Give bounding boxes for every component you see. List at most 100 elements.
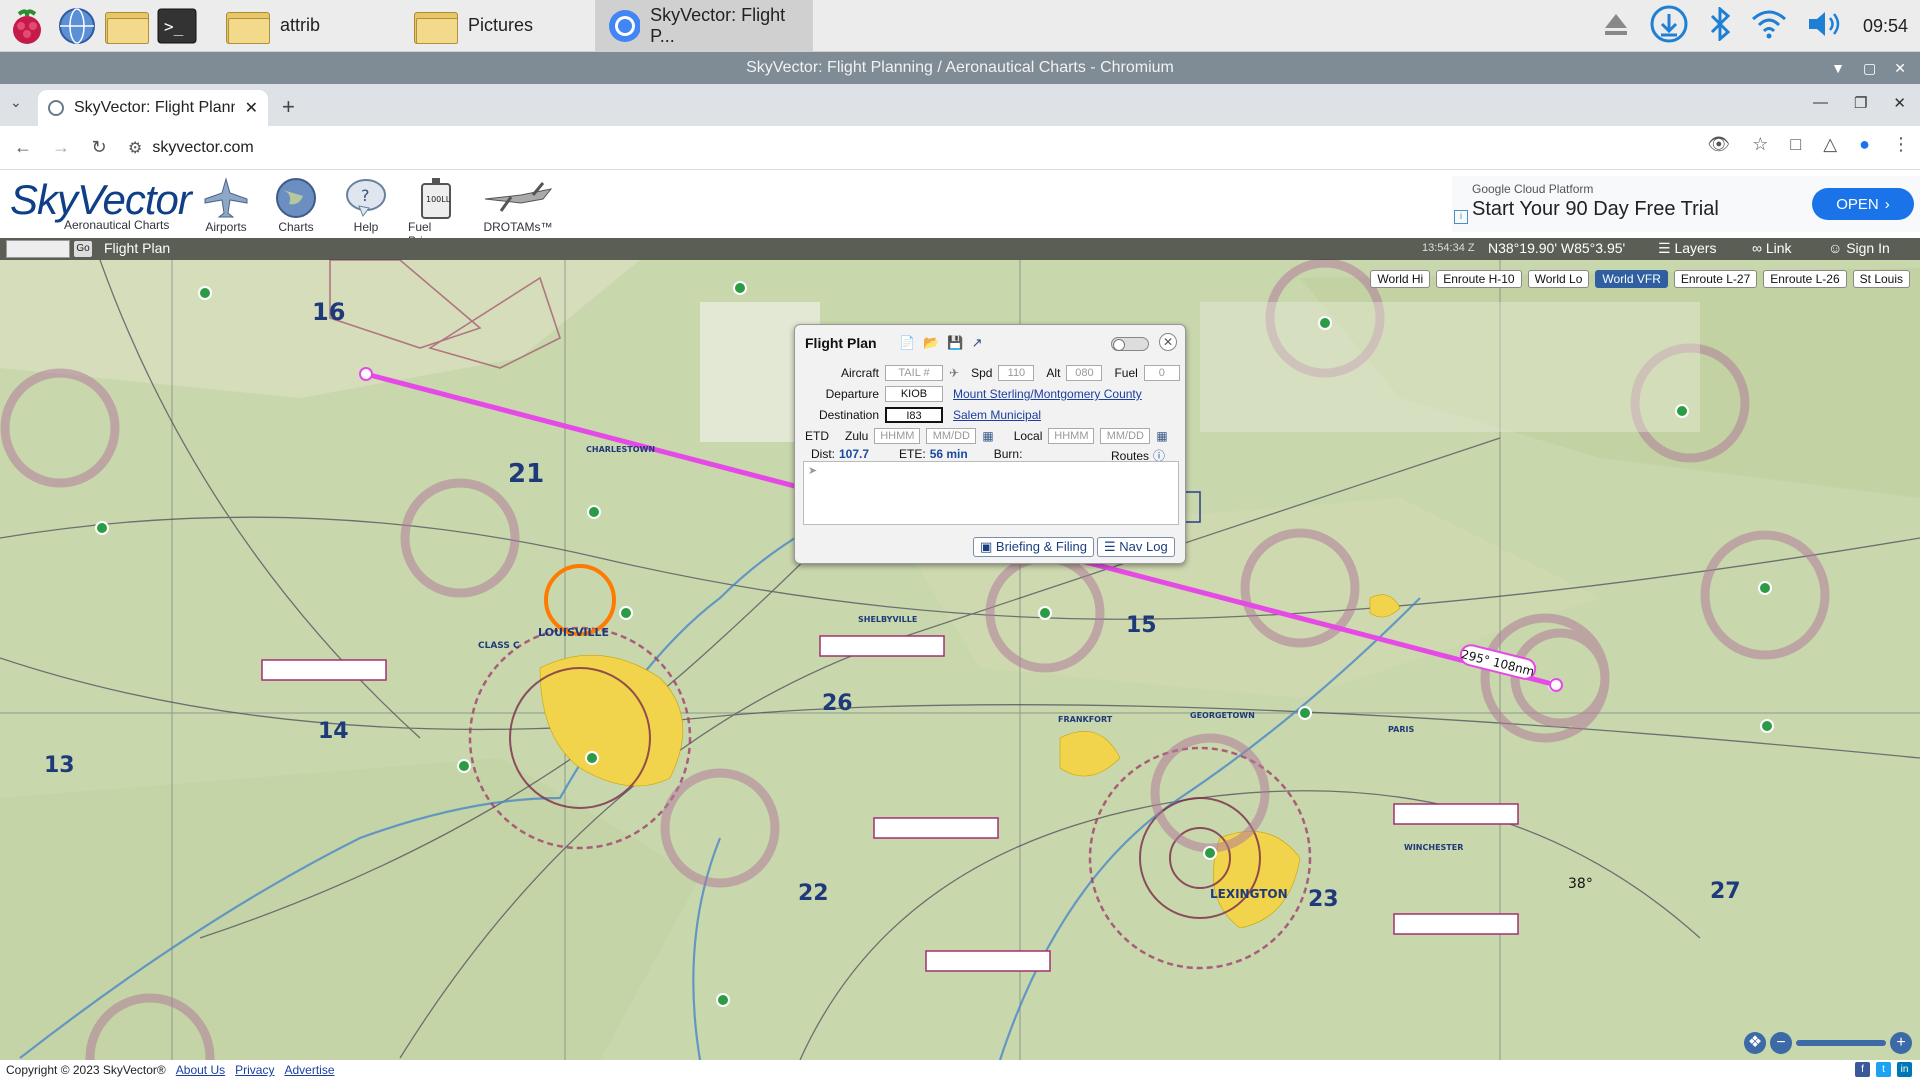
airport-marker[interactable] <box>95 521 109 535</box>
zulu-date-field[interactable]: MM/DD <box>926 428 977 444</box>
globe-browser-icon[interactable] <box>54 3 100 49</box>
destination-field[interactable]: I83 <box>885 407 943 423</box>
tail-number-field[interactable]: TAIL # <box>885 365 943 381</box>
zoom-in-icon[interactable]: + <box>1890 1032 1912 1054</box>
zoom-slider[interactable] <box>1796 1040 1886 1046</box>
airport-marker[interactable] <box>587 505 601 519</box>
airport-marker[interactable] <box>716 993 730 1007</box>
route-destination-marker[interactable] <box>1549 678 1563 692</box>
airport-marker[interactable] <box>1675 404 1689 418</box>
bookmark-star-icon[interactable]: ☆ <box>1752 134 1768 155</box>
window-restore-icon[interactable]: ❐ <box>1854 94 1867 112</box>
tab-search-icon[interactable]: ⌄ <box>10 94 22 111</box>
nav-log-button[interactable]: ☰ Nav Log <box>1097 537 1175 557</box>
window-close-icon[interactable]: ✕ <box>1893 94 1906 112</box>
tab-close-icon[interactable]: ✕ <box>245 98 258 118</box>
airport-marker[interactable] <box>1318 316 1332 330</box>
fuel-field[interactable]: 0 <box>1143 365 1180 381</box>
share-icon[interactable]: ↗ <box>972 335 983 351</box>
extensions-icon[interactable]: □ <box>1790 134 1801 155</box>
airport-marker[interactable] <box>1298 706 1312 720</box>
maximize-icon[interactable]: ▢ <box>1863 60 1876 77</box>
new-file-icon[interactable]: 📄 <box>899 335 915 351</box>
browser-tab[interactable]: SkyVector: Flight Planning ✕ <box>38 90 268 126</box>
save-icon[interactable]: 💾 <box>947 335 963 351</box>
calendar-icon[interactable]: ▦ <box>982 429 993 443</box>
about-us-link[interactable]: About Us <box>176 1063 225 1077</box>
chart-tab[interactable]: St Louis <box>1852 270 1910 288</box>
airport-marker[interactable] <box>457 759 471 773</box>
route-origin-marker[interactable] <box>359 367 373 381</box>
flight-plan-toggle[interactable]: Flight Plan <box>104 240 170 256</box>
departure-field[interactable]: KIOB <box>885 386 943 402</box>
ad-open-button[interactable]: OPEN › <box>1812 188 1914 220</box>
ad-info-icon[interactable]: i <box>1454 210 1468 224</box>
back-icon[interactable]: ← <box>8 137 38 158</box>
airport-marker[interactable] <box>198 286 212 300</box>
facebook-icon[interactable]: f <box>1855 1062 1870 1077</box>
taskbar-attrib[interactable]: attrib <box>214 0 332 52</box>
airport-marker[interactable] <box>1760 719 1774 733</box>
airport-marker[interactable] <box>585 751 599 765</box>
sign-in-button[interactable]: ☺ Sign In <box>1828 240 1890 256</box>
download-icon[interactable] <box>1649 4 1689 49</box>
twitter-icon[interactable]: t <box>1876 1062 1891 1077</box>
map-search-input[interactable] <box>6 240 70 258</box>
window-minimize-icon[interactable]: — <box>1813 94 1828 112</box>
ad-banner[interactable]: i Google Cloud Platform Start Your 90 Da… <box>1452 176 1920 232</box>
go-button[interactable]: Go <box>74 241 92 257</box>
linkedin-icon[interactable]: in <box>1897 1062 1912 1077</box>
profile-icon[interactable]: ● <box>1859 134 1870 155</box>
altitude-field[interactable]: 080 <box>1066 365 1103 381</box>
new-tab-icon[interactable]: + <box>282 94 295 120</box>
panel-toggle-switch[interactable] <box>1111 337 1149 351</box>
aircraft-icon[interactable]: ✈ <box>949 366 959 380</box>
advertise-link[interactable]: Advertise <box>284 1063 334 1077</box>
labs-flask-icon[interactable]: △ <box>1823 134 1837 155</box>
close-icon[interactable]: ✕ <box>1894 60 1906 77</box>
local-time-field[interactable]: HHMM <box>1048 428 1095 444</box>
terminal-icon[interactable]: >_ <box>154 3 200 49</box>
taskbar-pictures[interactable]: Pictures <box>402 0 545 52</box>
chart-tab[interactable]: World Hi <box>1370 270 1431 288</box>
taskbar-chromium[interactable]: SkyVector: Flight P... <box>595 0 814 52</box>
eject-icon[interactable] <box>1603 11 1629 42</box>
speed-field[interactable]: 110 <box>998 365 1035 381</box>
layers-button[interactable]: ☰ Layers <box>1658 240 1716 257</box>
eye-off-icon[interactable]: 👁 <box>1707 134 1730 155</box>
close-panel-icon[interactable]: ✕ <box>1159 333 1177 351</box>
airport-marker[interactable] <box>619 606 633 620</box>
briefing-filing-button[interactable]: ▣ Briefing & Filing <box>973 537 1094 557</box>
address-bar[interactable]: ⚙ skyvector.com <box>128 132 1758 164</box>
volume-icon[interactable] <box>1807 9 1843 44</box>
chart-tab[interactable]: World Lo <box>1527 270 1590 288</box>
reload-icon[interactable]: ↻ <box>84 137 114 158</box>
airport-marker[interactable] <box>1203 846 1217 860</box>
forward-icon[interactable]: → <box>46 137 76 158</box>
privacy-link[interactable]: Privacy <box>235 1063 274 1077</box>
link-button[interactable]: ∞ Link <box>1752 240 1792 256</box>
chart-tab[interactable]: Enroute L-26 <box>1763 270 1847 288</box>
chart-map[interactable]: 295° 108nm LOUISVILLE LEXINGTON CHARLESTOW… <box>0 238 1920 1060</box>
calendar-icon[interactable]: ▦ <box>1156 429 1167 443</box>
destination-airport-link[interactable]: Salem Municipal <box>953 408 1041 422</box>
wifi-icon[interactable] <box>1751 9 1787 44</box>
airport-marker[interactable] <box>1038 606 1052 620</box>
zulu-time-field[interactable]: HHMM <box>874 428 921 444</box>
route-text-area[interactable]: ➤ <box>803 461 1179 525</box>
minimize-icon[interactable]: ▼ <box>1831 60 1845 76</box>
menu-kebab-icon[interactable]: ⋮ <box>1892 134 1910 155</box>
airport-marker[interactable] <box>733 281 747 295</box>
locate-icon[interactable]: ❖ <box>1744 1032 1766 1054</box>
skyvector-logo[interactable]: SkyVector Aeronautical Charts <box>10 178 192 233</box>
site-info-icon[interactable]: ⚙ <box>128 138 142 158</box>
folder-icon[interactable] <box>104 3 150 49</box>
chart-tab[interactable]: Enroute H-10 <box>1436 270 1522 288</box>
zoom-out-icon[interactable]: − <box>1770 1032 1792 1054</box>
raspberry-menu-icon[interactable] <box>4 3 50 49</box>
chart-tab[interactable]: Enroute L-27 <box>1673 270 1758 288</box>
bluetooth-icon[interactable] <box>1709 5 1731 46</box>
local-date-field[interactable]: MM/DD <box>1100 428 1151 444</box>
departure-airport-link[interactable]: Mount Sterling/Montgomery County <box>953 387 1142 401</box>
chart-tab[interactable]: World VFR <box>1595 270 1668 288</box>
